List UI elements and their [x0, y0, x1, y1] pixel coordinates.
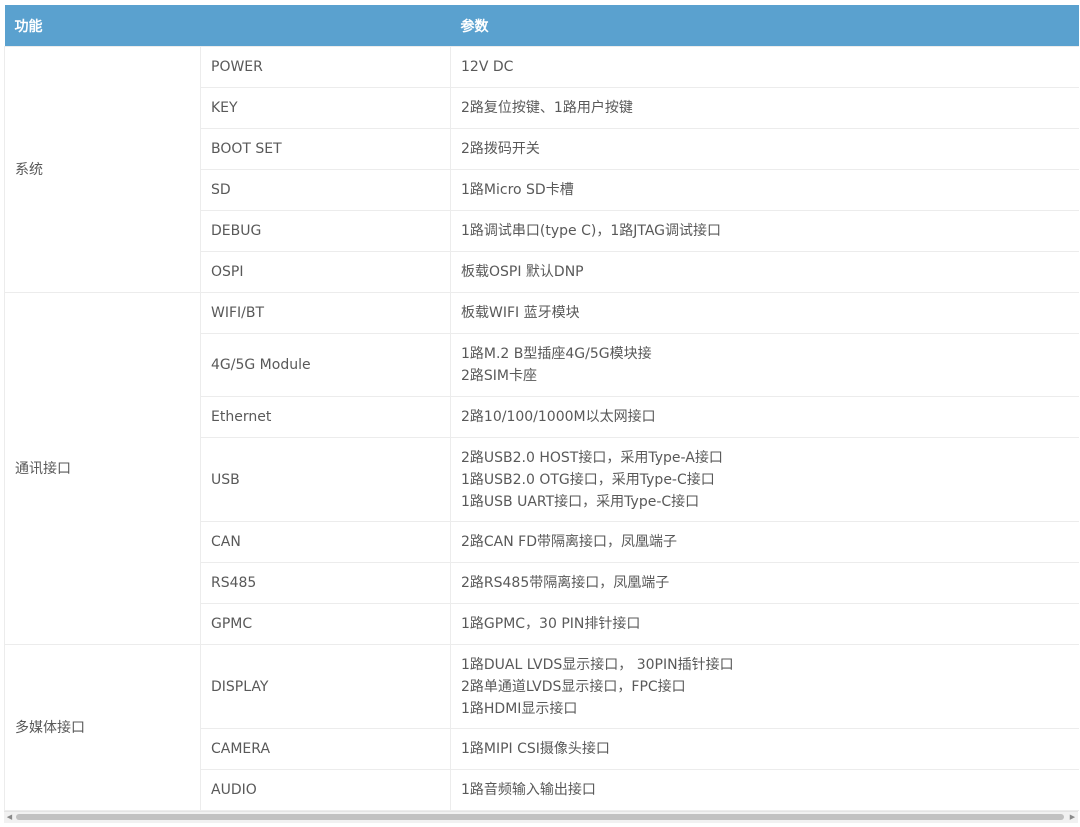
- item-name: GPMC: [200, 603, 451, 645]
- item-name: Ethernet: [200, 396, 451, 438]
- item-name: RS485: [200, 562, 451, 604]
- item-name: DEBUG: [200, 210, 451, 252]
- group-label: 通讯接口: [4, 292, 201, 645]
- table-row: 通讯接口 WIFI/BT 板载WIFI 蓝牙模块: [4, 292, 1079, 645]
- item-name: OSPI: [200, 251, 451, 293]
- item-value-line: 2路USB2.0 HOST接口，采用Type-A接口: [461, 449, 723, 466]
- horizontal-scrollbar[interactable]: ◀ ▶: [4, 811, 1078, 823]
- item-value: 1路调试串口(type C)，1路JTAG调试接口: [450, 210, 1079, 252]
- item-value: 1路Micro SD卡槽: [450, 169, 1079, 211]
- item-value: 1路DUAL LVDS显示接口， 30PIN插针接口 2路单通道LVDS显示接口…: [450, 644, 1079, 729]
- item-value: 1路GPMC，30 PIN排针接口: [450, 603, 1079, 645]
- spec-table: 功能 参数 系统 POWER 12V DC KEY 2路复位按键、1路用户按键 …: [4, 5, 1079, 811]
- item-value: 2路复位按键、1路用户按键: [450, 87, 1079, 129]
- item-name: USB: [200, 437, 451, 522]
- item-name: KEY: [200, 87, 451, 129]
- scrollbar-thumb[interactable]: [16, 814, 1064, 820]
- table-header-row: 功能 参数: [4, 5, 1079, 47]
- header-function: 功能: [4, 5, 451, 47]
- item-value: 板载WIFI 蓝牙模块: [450, 292, 1079, 334]
- item-name: CAMERA: [200, 728, 451, 770]
- scroll-left-arrow-icon[interactable]: ◀: [4, 812, 15, 823]
- item-value-line: 1路USB2.0 OTG接口，采用Type-C接口: [461, 471, 715, 488]
- table-row: 系统 POWER 12V DC: [4, 46, 1079, 293]
- item-value-line: 1路HDMI显示接口: [461, 700, 578, 717]
- scroll-right-arrow-icon[interactable]: ▶: [1067, 812, 1078, 823]
- table-row: 多媒体接口 DISPLAY 1路DUAL LVDS显示接口， 30PIN插针接口…: [4, 644, 1079, 811]
- item-name: POWER: [200, 46, 451, 88]
- item-value: 1路M.2 B型插座4G/5G模块接 2路SIM卡座: [450, 333, 1079, 397]
- item-value-line: 1路M.2 B型插座4G/5G模块接: [461, 346, 652, 362]
- group-label: 多媒体接口: [4, 644, 201, 811]
- item-value: 2路USB2.0 HOST接口，采用Type-A接口 1路USB2.0 OTG接…: [450, 437, 1079, 522]
- item-name: WIFI/BT: [200, 292, 451, 334]
- group-label: 系统: [4, 46, 201, 293]
- spec-table-container: 功能 参数 系统 POWER 12V DC KEY 2路复位按键、1路用户按键 …: [4, 5, 1079, 811]
- item-value: 1路MIPI CSI摄像头接口: [450, 728, 1079, 770]
- item-name: BOOT SET: [200, 128, 451, 170]
- item-value: 2路CAN FD带隔离接口，凤凰端子: [450, 521, 1079, 563]
- item-value-line: 1路DUAL LVDS显示接口， 30PIN插针接口: [461, 656, 734, 673]
- item-name: CAN: [200, 521, 451, 563]
- item-value-line: 2路SIM卡座: [461, 368, 538, 384]
- item-value: 2路RS485带隔离接口，凤凰端子: [450, 562, 1079, 604]
- item-value: 12V DC: [450, 46, 1079, 88]
- item-name: AUDIO: [200, 769, 451, 811]
- item-value: 2路拨码开关: [450, 128, 1079, 170]
- item-value-line: 1路USB UART接口，采用Type-C接口: [461, 493, 700, 510]
- item-name: SD: [200, 169, 451, 211]
- item-name: DISPLAY: [200, 644, 451, 729]
- item-name: 4G/5G Module: [200, 333, 451, 397]
- item-value: 1路音频输入输出接口: [450, 769, 1079, 811]
- item-value-line: 2路单通道LVDS显示接口，FPC接口: [461, 678, 686, 695]
- item-value: 板载OSPI 默认DNP: [450, 251, 1079, 293]
- header-params: 参数: [450, 5, 1079, 47]
- item-value: 2路10/100/1000M以太网接口: [450, 396, 1079, 438]
